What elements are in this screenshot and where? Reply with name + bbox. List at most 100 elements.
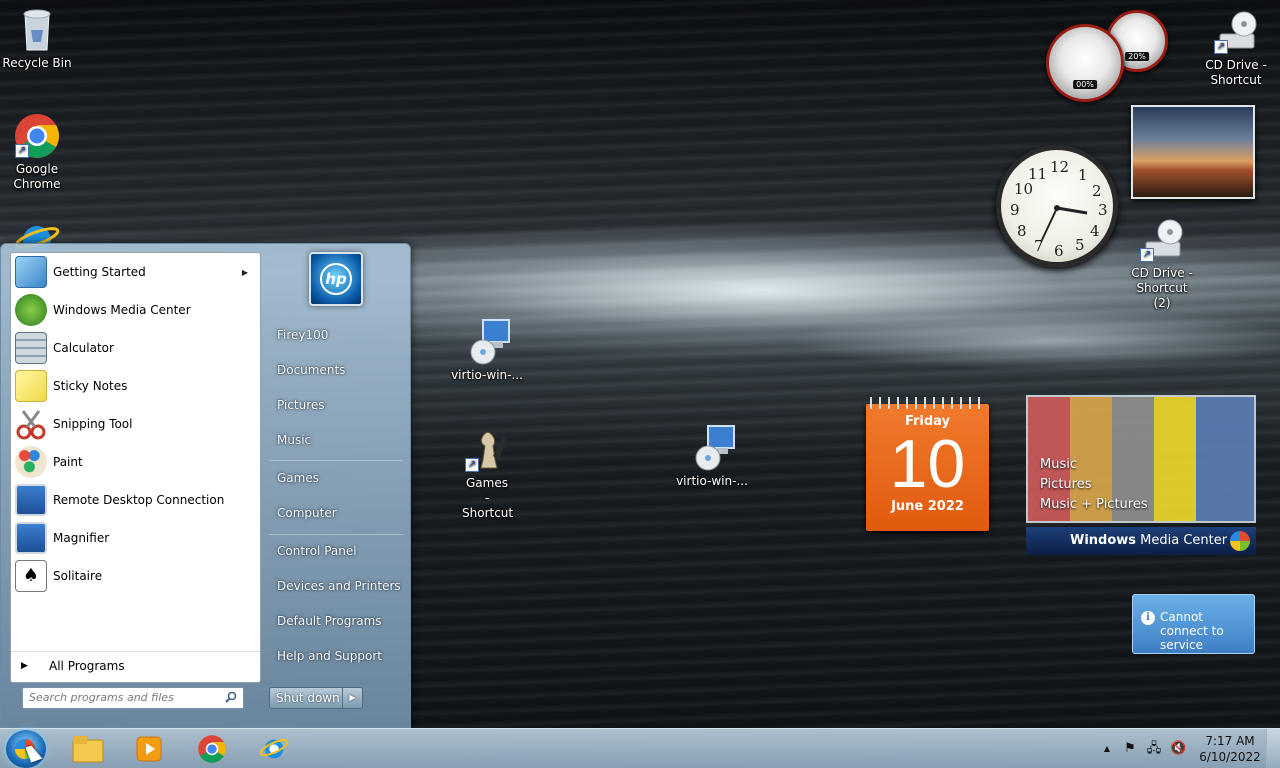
program-label: Solitaire bbox=[53, 569, 103, 583]
start-link-control-panel[interactable]: Control Panel bbox=[277, 544, 357, 558]
start-link-pictures[interactable]: Pictures bbox=[277, 398, 325, 412]
show-desktop-button[interactable] bbox=[1266, 729, 1280, 768]
media-center-menu: Music Pictures Music + Pictures bbox=[1040, 455, 1148, 515]
media-center-brand-suffix: Media Center bbox=[1136, 533, 1228, 548]
desktop-icon-recycle-bin[interactable]: Recycle Bin bbox=[0, 6, 77, 71]
media-center-brand-prefix: Windows bbox=[1070, 533, 1137, 548]
installer-icon bbox=[463, 318, 511, 366]
show-hidden-icons-icon[interactable]: ▲ bbox=[1099, 741, 1115, 757]
start-link-computer[interactable]: Computer bbox=[277, 506, 337, 520]
taskbar-date: 6/10/2022 bbox=[1199, 750, 1261, 764]
media-center-brand-bar[interactable]: Windows Media Center bbox=[1026, 527, 1256, 555]
cd-drive-icon: ↗ bbox=[1138, 216, 1186, 264]
all-programs-arrow-icon: ▶ bbox=[21, 661, 28, 671]
desktop-icon-virtio-2[interactable]: virtio-win-... bbox=[672, 424, 752, 489]
sticky-notes-icon bbox=[15, 370, 47, 402]
windows-logo-icon bbox=[1230, 531, 1250, 551]
taskbar-chrome[interactable] bbox=[185, 731, 239, 767]
desktop-icon-cd-drive-2[interactable]: ↗ CD Drive - Shortcut (2) bbox=[1122, 216, 1202, 311]
cpu-usage-label: 00% bbox=[1073, 79, 1097, 89]
desktop-icon-label: Games - Shortcut bbox=[462, 476, 514, 520]
notice-text: Cannot connect to service bbox=[1160, 610, 1224, 652]
snipping-tool-icon bbox=[15, 408, 47, 440]
program-label: Snipping Tool bbox=[53, 417, 133, 431]
program-magnifier[interactable]: Magnifier bbox=[11, 519, 260, 557]
start-link-devices-printers[interactable]: Devices and Printers bbox=[277, 579, 401, 593]
getting-started-icon bbox=[15, 256, 47, 288]
calculator-icon bbox=[15, 332, 47, 364]
calendar-month-year: June 2022 bbox=[891, 499, 964, 514]
solitaire-icon: ♠ bbox=[15, 560, 47, 592]
program-windows-media-center[interactable]: Windows Media Center bbox=[11, 291, 260, 329]
program-remote-desktop[interactable]: Remote Desktop Connection bbox=[11, 481, 260, 519]
cd-drive-icon: ↗ bbox=[1212, 8, 1260, 56]
installer-icon bbox=[688, 424, 736, 472]
shortcut-arrow-icon: ↗ bbox=[1140, 248, 1154, 262]
desktop-icon-cd-drive[interactable]: ↗ CD Drive - Shortcut bbox=[1196, 8, 1276, 88]
calendar-gadget[interactable]: Friday 10 June 2022 bbox=[866, 397, 989, 531]
program-label: Getting Started bbox=[53, 265, 146, 279]
program-label: Calculator bbox=[53, 341, 114, 355]
remote-desktop-icon bbox=[15, 484, 47, 516]
network-icon[interactable]: 🖧 bbox=[1146, 741, 1162, 757]
program-getting-started[interactable]: Getting Started ▶ bbox=[11, 253, 260, 291]
volume-muted-icon[interactable]: 🔇 bbox=[1170, 741, 1186, 757]
program-snipping-tool[interactable]: Snipping Tool bbox=[11, 405, 260, 443]
start-link-user[interactable]: Firey100 bbox=[277, 328, 328, 342]
shortcut-arrow-icon: ↗ bbox=[465, 458, 479, 472]
cpu-meter-main[interactable]: 00% bbox=[1046, 24, 1124, 102]
start-link-music[interactable]: Music bbox=[277, 433, 311, 447]
desktop-icon-label: CD Drive - Shortcut (2) bbox=[1131, 266, 1193, 310]
program-label: Paint bbox=[53, 455, 83, 469]
desktop-icon-label: virtio-win-... bbox=[676, 474, 748, 488]
programs-pane: Getting Started ▶ Windows Media Center C… bbox=[10, 252, 261, 683]
program-calculator[interactable]: Calculator bbox=[11, 329, 260, 367]
start-right-pane: hp Firey100 Documents Pictures Music Gam… bbox=[263, 244, 411, 724]
desktop-icon-virtio-1[interactable]: virtio-win-... bbox=[447, 318, 527, 383]
program-sticky-notes[interactable]: Sticky Notes bbox=[11, 367, 260, 405]
shutdown-label: Shut down bbox=[276, 691, 340, 705]
info-icon: i bbox=[1141, 611, 1155, 625]
action-center-flag-icon[interactable]: ⚑ bbox=[1122, 741, 1138, 757]
media-center-icon bbox=[15, 294, 47, 326]
media-center-menu-music-pictures[interactable]: Music + Pictures bbox=[1040, 495, 1148, 515]
program-paint[interactable]: Paint bbox=[11, 443, 260, 481]
program-solitaire[interactable]: ♠ Solitaire bbox=[11, 557, 260, 595]
search-placeholder: Search programs and files bbox=[29, 691, 174, 704]
media-center-menu-music[interactable]: Music bbox=[1040, 455, 1148, 475]
all-programs-label: All Programs bbox=[49, 659, 125, 673]
desktop-icon-chrome[interactable]: ↗ Google Chrome bbox=[0, 112, 77, 192]
taskbar-media-player[interactable] bbox=[122, 731, 176, 767]
slideshow-gadget[interactable] bbox=[1131, 105, 1255, 199]
desktop-icon-games[interactable]: ↗ Games - Shortcut bbox=[447, 426, 527, 521]
start-link-documents[interactable]: Documents bbox=[277, 363, 345, 377]
separator bbox=[269, 534, 403, 535]
user-picture[interactable]: hp bbox=[309, 252, 363, 306]
taskbar-file-explorer[interactable] bbox=[61, 731, 115, 767]
all-programs-button[interactable]: ▶ All Programs bbox=[11, 651, 260, 679]
media-center-menu-pictures[interactable]: Pictures bbox=[1040, 475, 1148, 495]
desktop-icon-label: Recycle Bin bbox=[2, 56, 72, 70]
taskbar-internet-explorer[interactable] bbox=[247, 731, 301, 767]
start-link-default-programs[interactable]: Default Programs bbox=[277, 614, 382, 628]
clock-hands-icon bbox=[1040, 205, 1088, 243]
chess-piece-icon: ↗ bbox=[463, 426, 511, 474]
media-center-gadget[interactable]: Music Pictures Music + Pictures Windows … bbox=[1026, 395, 1256, 557]
memory-usage-label: 20% bbox=[1125, 52, 1149, 62]
calendar-day: 10 bbox=[889, 426, 966, 502]
chrome-icon: ↗ bbox=[13, 112, 61, 160]
shutdown-options-arrow-icon[interactable]: ▶ bbox=[342, 688, 362, 708]
taskbar-clock[interactable]: 7:17 AM 6/10/2022 bbox=[1198, 733, 1262, 765]
start-search-input[interactable]: Search programs and files bbox=[22, 687, 244, 709]
submenu-arrow-icon: ▶ bbox=[241, 267, 248, 277]
media-player-icon bbox=[136, 736, 162, 762]
start-link-games[interactable]: Games bbox=[277, 471, 319, 485]
program-label: Sticky Notes bbox=[53, 379, 128, 393]
shutdown-button[interactable]: Shut down ▶ bbox=[269, 687, 363, 709]
taskbar-time: 7:17 AM bbox=[1205, 734, 1255, 748]
shortcut-arrow-icon: ↗ bbox=[15, 144, 29, 158]
service-notice-gadget[interactable]: i Cannot connect to service bbox=[1132, 594, 1255, 654]
start-link-help-support[interactable]: Help and Support bbox=[277, 649, 382, 663]
file-explorer-icon bbox=[72, 736, 104, 763]
clock-gadget[interactable]: 12 1 2 3 4 5 6 7 8 9 10 11 bbox=[996, 145, 1118, 267]
